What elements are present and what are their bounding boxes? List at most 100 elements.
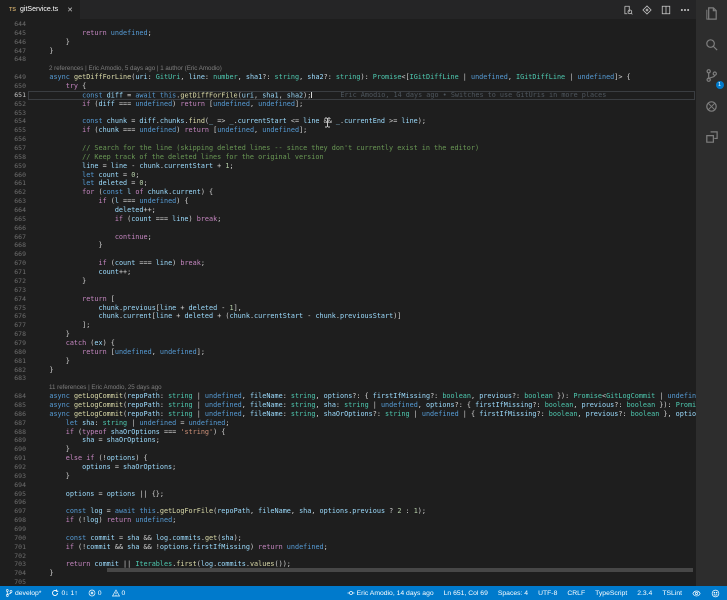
line-number[interactable]: 693 [0,472,26,481]
line-number[interactable]: 667 [0,233,26,242]
status-item-right-tslint[interactable]: TSLint [662,590,682,597]
line-content[interactable]: async getLogCommit(repoPath: string | un… [26,392,696,401]
line-number[interactable]: 661 [0,179,26,188]
line-number[interactable]: 675 [0,304,26,313]
line-content[interactable]: } [26,445,696,454]
line-content[interactable]: if (diff === undefined) return [undefine… [26,100,696,109]
line-content[interactable]: ]; [26,321,696,330]
line-number[interactable]: 694 [0,481,26,490]
line-number[interactable]: 662 [0,188,26,197]
line-content[interactable]: } [26,47,696,56]
line-content[interactable]: async getDiffForLine(uri: GitUri, line: … [26,73,696,82]
split-editor-icon[interactable] [661,5,671,15]
gitlens-icon[interactable] [642,4,652,15]
line-content[interactable]: catch (ex) { [26,339,696,348]
status-item-left-git-branch[interactable]: develop* [5,589,41,597]
line-number[interactable]: 671 [0,268,26,277]
line-content[interactable] [26,55,696,64]
activity-bar-item-explorer[interactable] [703,7,721,25]
line-number[interactable]: 686 [0,410,26,419]
line-number[interactable]: 651 [0,91,26,100]
line-content[interactable] [26,20,696,29]
line-number[interactable]: 666 [0,224,26,233]
line-number[interactable]: 669 [0,250,26,259]
line-number[interactable]: 646 [0,38,26,47]
line-content[interactable] [26,224,696,233]
more-actions-icon[interactable] [680,5,690,15]
line-content[interactable] [26,286,696,295]
line-number[interactable]: 673 [0,286,26,295]
status-item-right-eye[interactable] [692,589,701,598]
line-content[interactable]: // Keep track of the deleted lines for t… [26,153,696,162]
line-content[interactable]: const commit = sha && log.commits.get(sh… [26,534,696,543]
line-content[interactable] [26,109,696,118]
line-number[interactable]: 659 [0,162,26,171]
line-content[interactable]: if (!log) return undefined; [26,516,696,525]
line-number[interactable]: 664 [0,206,26,215]
line-content[interactable]: count++; [26,268,696,277]
line-number[interactable]: 683 [0,374,26,383]
line-number[interactable]: 697 [0,507,26,516]
line-number[interactable]: 701 [0,543,26,552]
horizontal-scrollbar[interactable] [107,568,693,572]
line-number[interactable]: 687 [0,419,26,428]
line-content[interactable]: let deleted = 0; [26,179,696,188]
line-number[interactable]: 685 [0,401,26,410]
line-content[interactable]: if (count === line) break; [26,259,696,268]
close-tab-icon[interactable]: ✕ [67,6,73,14]
status-item-right-smiley[interactable] [711,589,720,598]
tab-gitservice-ts[interactable]: TS gitService.ts ✕ [0,0,81,19]
line-content[interactable]: } [26,472,696,481]
status-item-right-2-3-4[interactable]: 2.3.4 [637,590,652,597]
status-item-right-utf-8[interactable]: UTF-8 [538,590,557,597]
line-content[interactable]: if (chunk === undefined) return [undefin… [26,126,696,135]
line-content[interactable] [26,578,696,586]
line-content[interactable]: options = options || {}; [26,490,696,499]
status-item-left-warning[interactable]: 0 [111,589,125,597]
activity-bar-item-debug[interactable] [703,100,721,118]
line-number[interactable]: 691 [0,454,26,463]
line-number[interactable]: 649 [0,73,26,82]
line-number[interactable]: 657 [0,144,26,153]
line-number[interactable]: 696 [0,498,26,507]
line-number[interactable]: 690 [0,445,26,454]
line-number[interactable]: 650 [0,82,26,91]
line-number[interactable]: 658 [0,153,26,162]
line-content[interactable]: // Search for the line (skipping deleted… [26,144,696,153]
code-editor[interactable]: 644 645 return undefined; 646 } 647 } 648 2 r… [0,19,696,586]
line-content[interactable] [26,250,696,259]
line-number[interactable]: 684 [0,392,26,401]
line-content[interactable] [26,525,696,534]
line-content[interactable] [26,135,696,144]
line-number[interactable]: 644 [0,20,26,29]
line-number[interactable]: 677 [0,321,26,330]
line-content[interactable]: chunk.current[line + deleted + (chunk.cu… [26,312,696,321]
line-content[interactable]: return [ [26,295,696,304]
line-number[interactable]: 665 [0,215,26,224]
status-item-left-sync[interactable]: 0↓ 1↑ [51,589,78,597]
line-content[interactable]: } [26,277,696,286]
open-changes-icon[interactable] [623,5,633,15]
line-content[interactable]: } [26,357,696,366]
line-content[interactable]: sha = shaOrOptions; [26,436,696,445]
line-number[interactable]: 655 [0,126,26,135]
activity-bar-item-search[interactable] [703,38,721,56]
line-number[interactable]: 682 [0,366,26,375]
activity-bar-item-extensions[interactable] [703,131,721,149]
line-content[interactable]: } [26,330,696,339]
line-content[interactable]: } [26,241,696,250]
codelens-annotation[interactable]: 11 references | Eric Amodio, 25 days ago [0,383,696,392]
line-content[interactable]: const chunk = diff.chunks.find(_ => _.cu… [26,117,696,126]
line-content[interactable]: const log = await this.getLogForFile(rep… [26,507,696,516]
line-number[interactable]: 670 [0,259,26,268]
line-number[interactable]: 668 [0,241,26,250]
line-content[interactable]: let sha: string | undefined = undefined; [26,419,696,428]
line-number[interactable]: 656 [0,135,26,144]
line-content[interactable]: if (l === undefined) { [26,197,696,206]
line-number[interactable]: 654 [0,117,26,126]
line-content[interactable]: options = shaOrOptions; [26,463,696,472]
line-content[interactable]: if (count === line) break; [26,215,696,224]
line-content[interactable]: async getLogCommit(repoPath: string | un… [26,401,696,410]
line-number[interactable]: 652 [0,100,26,109]
line-content[interactable]: const diff = await this.getDiffForFile(u… [26,90,696,100]
